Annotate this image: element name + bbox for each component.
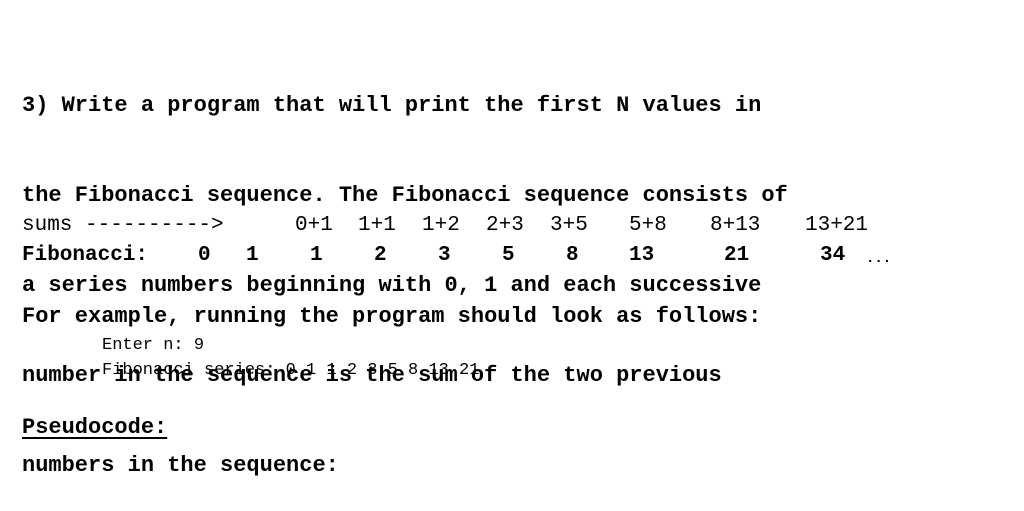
fibonacci-value: 21	[724, 244, 750, 267]
sum-item: 2+3	[486, 214, 524, 237]
fibonacci-value: 34	[820, 244, 846, 267]
fibonacci-value: 8	[566, 244, 579, 267]
example-heading: For example, running the program should …	[22, 304, 762, 329]
pseudocode-heading: Pseudocode:	[22, 415, 168, 440]
sum-item: 1+2	[422, 214, 460, 237]
question-line: 3) Write a program that will print the f…	[22, 93, 762, 118]
question-line: the Fibonacci sequence. The Fibonacci se…	[22, 183, 788, 208]
fibonacci-value: 13	[629, 244, 655, 267]
sum-item: 1+1	[358, 214, 396, 237]
fibonacci-value: 1	[310, 244, 323, 267]
example-prompt-line: Enter n: 9	[102, 336, 205, 355]
sums-label: sums ---------->	[22, 214, 224, 237]
example-output-line: Fibonacci series: 0 1 1 2 3 5 8 13 21	[102, 361, 480, 380]
fibonacci-value: 3	[438, 244, 451, 267]
fibonacci-label: Fibonacci:	[22, 244, 149, 267]
fibonacci-value: 5	[502, 244, 515, 267]
sum-item: 0+1	[295, 214, 333, 237]
fibonacci-value: 1	[246, 244, 259, 267]
question-line: numbers in the sequence:	[22, 453, 339, 478]
sum-item: 8+13	[710, 214, 761, 237]
question-line: a series numbers beginning with 0, 1 and…	[22, 273, 762, 298]
fibonacci-value: 0	[198, 244, 211, 267]
sum-item: 5+8	[629, 214, 667, 237]
fibonacci-ellipsis: ...	[866, 251, 892, 267]
fibonacci-value: 2	[374, 244, 387, 267]
sum-item: 13+21	[805, 214, 869, 237]
sum-item: 3+5	[550, 214, 588, 237]
